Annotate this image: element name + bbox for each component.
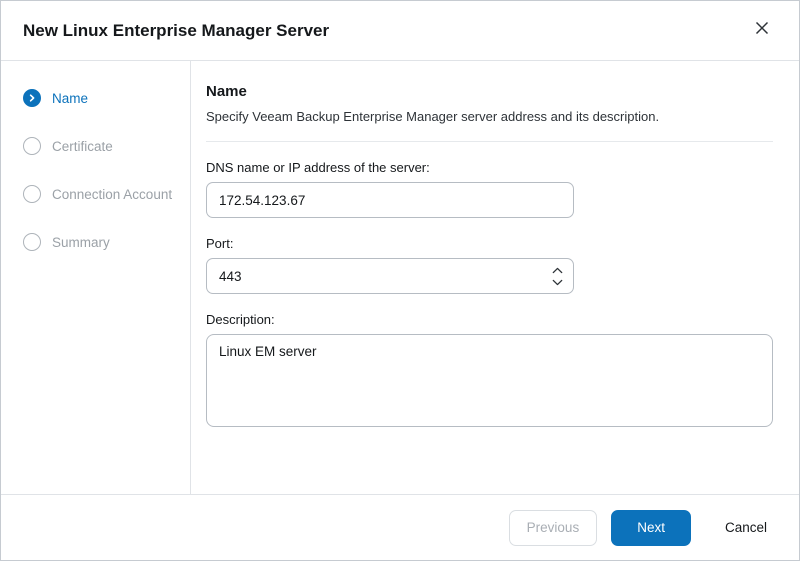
dialog-body: Name Certificate Connection Account Summ… [1,61,799,494]
new-linux-em-server-dialog: New Linux Enterprise Manager Server Name… [0,0,800,561]
previous-button[interactable]: Previous [508,509,598,546]
chevron-down-icon [552,279,563,286]
dns-field-group: DNS name or IP address of the server: [206,160,773,218]
spinner-up-button[interactable] [552,267,563,274]
dns-address-input[interactable] [206,182,574,218]
content-divider [206,141,773,142]
close-button[interactable] [747,16,777,46]
step-label-name: Name [52,90,89,106]
description-field-group: Description: Linux EM server [206,312,773,427]
dns-field-label: DNS name or IP address of the server: [206,160,430,175]
spinner-down-button[interactable] [552,279,563,286]
wizard-step-name[interactable]: Name [23,87,190,109]
step-circle [23,185,41,203]
step-subtitle: Specify Veeam Backup Enterprise Manager … [206,109,660,124]
step-circle [23,233,41,251]
step-label-certificate: Certificate [52,138,113,154]
dialog-header: New Linux Enterprise Manager Server [1,1,799,61]
step-circle [23,137,41,155]
step-content-panel: Name Specify Veeam Backup Enterprise Man… [191,61,799,494]
step-active-circle [23,89,41,107]
wizard-step-summary[interactable]: Summary [23,231,190,253]
close-icon [755,21,769,40]
chevron-right-icon [28,89,36,107]
step-label-connection-account: Connection Account [52,186,173,202]
step-label-summary: Summary [52,234,110,250]
dialog-footer: Previous Next Cancel [1,494,799,560]
port-input[interactable] [206,258,574,294]
description-textarea[interactable]: Linux EM server [206,334,773,427]
wizard-step-connection-account[interactable]: Connection Account [23,183,190,205]
port-stepper [206,258,574,294]
port-spinner-controls [552,258,563,294]
wizard-steps-sidebar: Name Certificate Connection Account Summ… [1,61,191,494]
port-field-group: Port: [206,236,773,294]
chevron-up-icon [552,267,563,274]
step-heading: Name [206,83,247,100]
port-field-label: Port: [206,236,234,251]
cancel-button[interactable]: Cancel [719,510,773,546]
dialog-title: New Linux Enterprise Manager Server [23,20,330,40]
next-button[interactable]: Next [611,509,691,546]
wizard-step-certificate[interactable]: Certificate [23,135,190,157]
description-field-label: Description: [206,312,275,327]
